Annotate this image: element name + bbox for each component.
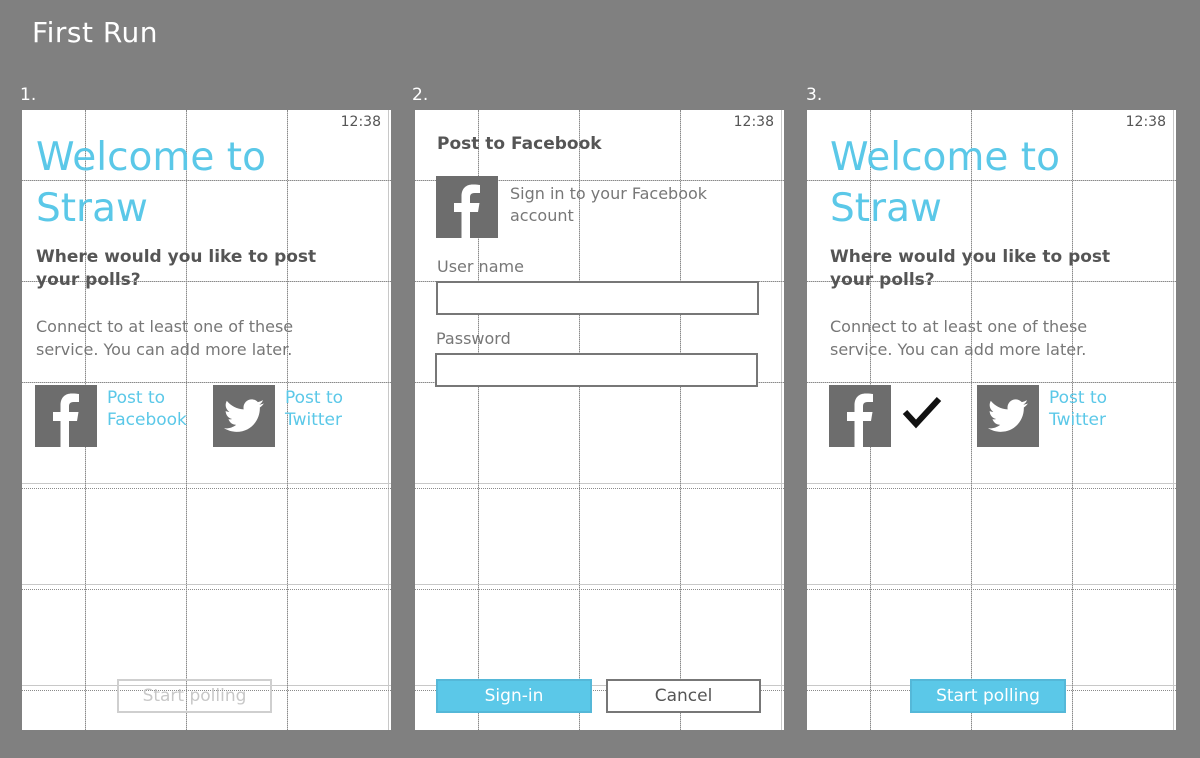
checkmark-icon: [902, 394, 942, 436]
page-title: First Run: [32, 16, 159, 49]
password-field[interactable]: [435, 353, 758, 387]
username-label: User name: [437, 257, 524, 276]
screen-step-2: 12:38 Post to Facebook Sign in to your F…: [415, 110, 784, 730]
facebook-icon: [847, 393, 873, 447]
description-text: Connect to at least one of these service…: [36, 317, 294, 359]
username-field[interactable]: [436, 281, 759, 315]
description-text: Connect to at least one of these service…: [830, 317, 1088, 359]
facebook-icon: [454, 184, 480, 238]
status-clock: 12:38: [1125, 114, 1166, 130]
post-to-twitter-link[interactable]: Post to Twitter: [285, 387, 385, 431]
password-label: Password: [436, 329, 511, 348]
question-text: Where would you like to post your polls?: [830, 247, 1111, 290]
start-polling-button[interactable]: Start polling: [910, 679, 1066, 713]
twitter-tile[interactable]: [977, 385, 1039, 447]
facebook-tile[interactable]: [829, 385, 891, 447]
cancel-button[interactable]: Cancel: [606, 679, 761, 713]
signin-instructions: Sign in to your Facebook account: [510, 184, 708, 225]
screen-step-1: 12:38 Welcome to Straw Where would you l…: [22, 110, 391, 730]
post-to-twitter-link[interactable]: Post to Twitter: [1049, 387, 1149, 431]
twitter-tile[interactable]: [213, 385, 275, 447]
status-clock: 12:38: [340, 114, 381, 130]
facebook-icon: [53, 393, 79, 447]
facebook-tile[interactable]: [35, 385, 97, 447]
step-number-1: 1.: [20, 85, 37, 105]
sign-in-button[interactable]: Sign-in: [436, 679, 592, 713]
start-polling-button-disabled[interactable]: Start polling: [117, 679, 272, 713]
screen-step-3: 12:38 Welcome to Straw Where would you l…: [807, 110, 1176, 730]
welcome-heading: Welcome to Straw: [830, 135, 1060, 231]
facebook-dialog-title: Post to Facebook: [437, 134, 602, 154]
step-number-3: 3.: [806, 85, 823, 105]
post-to-facebook-link[interactable]: Post to Facebook: [107, 387, 207, 431]
twitter-icon: [988, 399, 1028, 432]
status-clock: 12:38: [733, 114, 774, 130]
question-text: Where would you like to post your polls?: [36, 247, 317, 290]
facebook-logo: [436, 176, 498, 238]
step-number-2: 2.: [412, 85, 429, 105]
twitter-icon: [224, 399, 264, 432]
welcome-heading: Welcome to Straw: [36, 135, 266, 231]
